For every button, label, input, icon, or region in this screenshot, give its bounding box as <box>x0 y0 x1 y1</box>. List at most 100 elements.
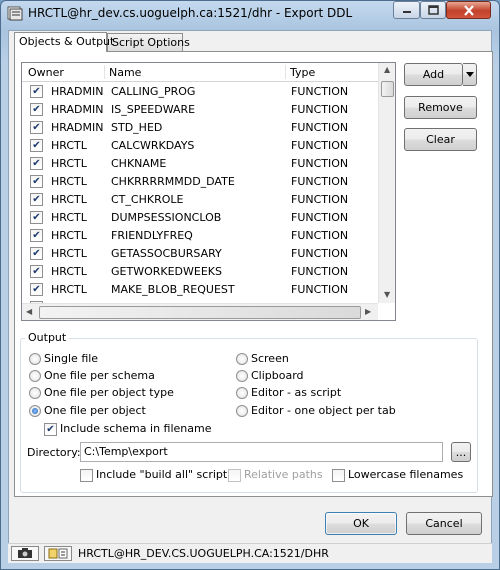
table-row[interactable]: ✔ HRCTL CALCWRKDAYS FUNCTION <box>22 136 379 154</box>
cell-name: MAKE_BLOB_REQUEST <box>111 283 235 296</box>
radio-single-file[interactable] <box>29 353 41 365</box>
vertical-scroll-thumb[interactable] <box>381 81 394 97</box>
radio-clipboard-label[interactable]: Clipboard <box>251 369 304 382</box>
column-header-name[interactable]: Name <box>109 66 141 79</box>
cell-type: FUNCTION <box>291 85 349 98</box>
horizontal-scroll-thumb[interactable] <box>39 306 361 319</box>
include-build-all-checkbox[interactable] <box>80 469 93 482</box>
table-row[interactable]: ✔ HRCTL MAKE_BLOB_REQUEST FUNCTION <box>22 280 379 298</box>
cell-name: FRIENDLYFREQ <box>111 229 193 242</box>
cell-owner: HRCTL <box>51 265 87 278</box>
object-list[interactable]: Owner Name Type ✔ HRADMIN CALLING_PROG FUNC… <box>21 62 396 321</box>
table-row[interactable]: ✔ HRADMIN IS_SPEEDWARE FUNCTION <box>22 100 379 118</box>
cancel-button[interactable]: Cancel <box>406 512 482 535</box>
cell-name: CALLING_PROG <box>111 85 196 98</box>
remove-button[interactable]: Remove <box>404 96 477 119</box>
column-divider[interactable] <box>285 65 286 79</box>
row-checkbox[interactable]: ✔ <box>30 85 43 98</box>
cell-name: CHKRRRRMMDD_DATE <box>111 175 235 188</box>
directory-label: Directory: <box>27 446 81 459</box>
scroll-right-icon[interactable]: ▶ <box>365 307 371 316</box>
radio-one-file-per-object-type-label[interactable]: One file per object type <box>44 386 174 399</box>
radio-one-file-per-schema-label[interactable]: One file per schema <box>44 369 155 382</box>
table-row[interactable]: ✔ HRCTL DUMPSESSIONCLOB FUNCTION <box>22 208 379 226</box>
table-row[interactable]: ✔ HRCTL GETWORKEDWEEKS FUNCTION <box>22 262 379 280</box>
ok-button[interactable]: OK <box>325 512 397 535</box>
cell-name: CHKNAME <box>111 157 167 170</box>
browse-button[interactable]: ... <box>451 442 471 462</box>
lowercase-filenames-label[interactable]: Lowercase filenames <box>348 468 463 481</box>
radio-editor-one-object-per-tab-label[interactable]: Editor - one object per tab <box>251 404 396 417</box>
table-row[interactable]: ✔ HRCTL CHKNAME FUNCTION <box>22 154 379 172</box>
cell-owner: HRADMIN <box>51 121 104 134</box>
horizontal-scrollbar[interactable]: ◀ ▶ <box>22 303 378 320</box>
cell-type: FUNCTION <box>291 283 349 296</box>
row-checkbox[interactable]: ✔ <box>30 211 43 224</box>
add-dropdown-button[interactable] <box>463 63 477 86</box>
table-row[interactable]: ✔ HRADMIN CALLING_PROG FUNCTION <box>22 82 379 100</box>
table-row[interactable]: ✔ HRCTL FRIENDLYFREQ FUNCTION <box>22 226 379 244</box>
minimize-button[interactable] <box>393 1 420 19</box>
radio-clipboard[interactable] <box>236 370 248 382</box>
cell-owner: HRADMIN <box>51 103 104 116</box>
include-schema-checkbox[interactable]: ✔ <box>44 423 57 436</box>
row-checkbox[interactable]: ✔ <box>30 283 43 296</box>
radio-screen[interactable] <box>236 353 248 365</box>
window-title: HRCTL@hr_dev.cs.uoguelph.ca:1521/dhr - E… <box>28 6 353 20</box>
row-checkbox[interactable]: ✔ <box>30 175 43 188</box>
radio-single-file-label[interactable]: Single file <box>44 352 98 365</box>
close-button[interactable] <box>446 1 491 19</box>
radio-editor-as-script[interactable] <box>236 387 248 399</box>
cell-owner: HRCTL <box>51 175 87 188</box>
row-checkbox[interactable]: ✔ <box>30 139 43 152</box>
table-row[interactable]: ✔ HRCTL CT_CHKROLE FUNCTION <box>22 190 379 208</box>
row-checkbox[interactable]: ✔ <box>30 229 43 242</box>
tab-objects-output[interactable]: Objects & Output <box>14 32 114 52</box>
cell-name: STD_HED <box>111 121 163 134</box>
radio-editor-as-script-label[interactable]: Editor - as script <box>251 386 341 399</box>
cell-owner: HRADMIN <box>51 85 104 98</box>
app-icon <box>7 5 23 21</box>
cell-type: FUNCTION <box>291 229 349 242</box>
tab-script-options[interactable]: Script Options <box>107 33 190 52</box>
directory-input[interactable]: C:\Temp\export <box>80 442 443 462</box>
add-button[interactable]: Add <box>404 63 463 86</box>
table-row[interactable]: ✔ HRCTL CHKRRRRMMDD_DATE FUNCTION <box>22 172 379 190</box>
radio-one-file-per-object[interactable] <box>29 405 41 417</box>
row-checkbox[interactable]: ✔ <box>30 121 43 134</box>
column-divider[interactable] <box>104 65 105 79</box>
clear-button[interactable]: Clear <box>404 128 477 151</box>
cell-owner: HRCTL <box>51 247 87 260</box>
relative-paths-checkbox[interactable] <box>228 469 241 482</box>
maximize-icon <box>427 5 439 15</box>
radio-one-file-per-schema[interactable] <box>29 370 41 382</box>
output-group-label: Output <box>25 331 70 344</box>
row-checkbox[interactable]: ✔ <box>30 247 43 260</box>
row-checkbox[interactable]: ✔ <box>30 157 43 170</box>
row-checkbox[interactable]: ✔ <box>30 103 43 116</box>
lowercase-filenames-checkbox[interactable] <box>332 469 345 482</box>
include-schema-label[interactable]: Include schema in filename <box>60 422 211 435</box>
radio-editor-one-object-per-tab[interactable] <box>236 405 248 417</box>
table-row[interactable]: ✔ HRCTL GETASSOCBURSARY FUNCTION <box>22 244 379 262</box>
scroll-down-icon[interactable]: ▼ <box>384 290 390 299</box>
radio-one-file-per-object-label[interactable]: One file per object <box>44 404 146 417</box>
column-header-owner[interactable]: Owner <box>28 66 64 79</box>
maximize-button[interactable] <box>420 1 446 19</box>
scroll-up-icon[interactable]: ▲ <box>384 65 390 74</box>
cell-type: FUNCTION <box>291 121 349 134</box>
table-row[interactable]: ✔ HRADMIN STD_HED FUNCTION <box>22 118 379 136</box>
cell-name: GETASSOCBURSARY <box>111 247 222 260</box>
connection-icon[interactable] <box>44 546 72 561</box>
chevron-down-icon <box>465 72 474 77</box>
title-bar[interactable]: HRCTL@hr_dev.cs.uoguelph.ca:1521/dhr - E… <box>0 0 500 26</box>
vertical-scrollbar[interactable]: ▲ ▼ <box>378 63 395 303</box>
row-checkbox[interactable]: ✔ <box>30 193 43 206</box>
radio-one-file-per-object-type[interactable] <box>29 387 41 399</box>
row-checkbox[interactable]: ✔ <box>30 265 43 278</box>
include-build-all-label[interactable]: Include "build all" script <box>96 468 227 481</box>
radio-screen-label[interactable]: Screen <box>251 352 289 365</box>
scroll-left-icon[interactable]: ◀ <box>26 307 32 316</box>
column-header-type[interactable]: Type <box>290 66 315 79</box>
camera-icon[interactable] <box>11 546 39 561</box>
